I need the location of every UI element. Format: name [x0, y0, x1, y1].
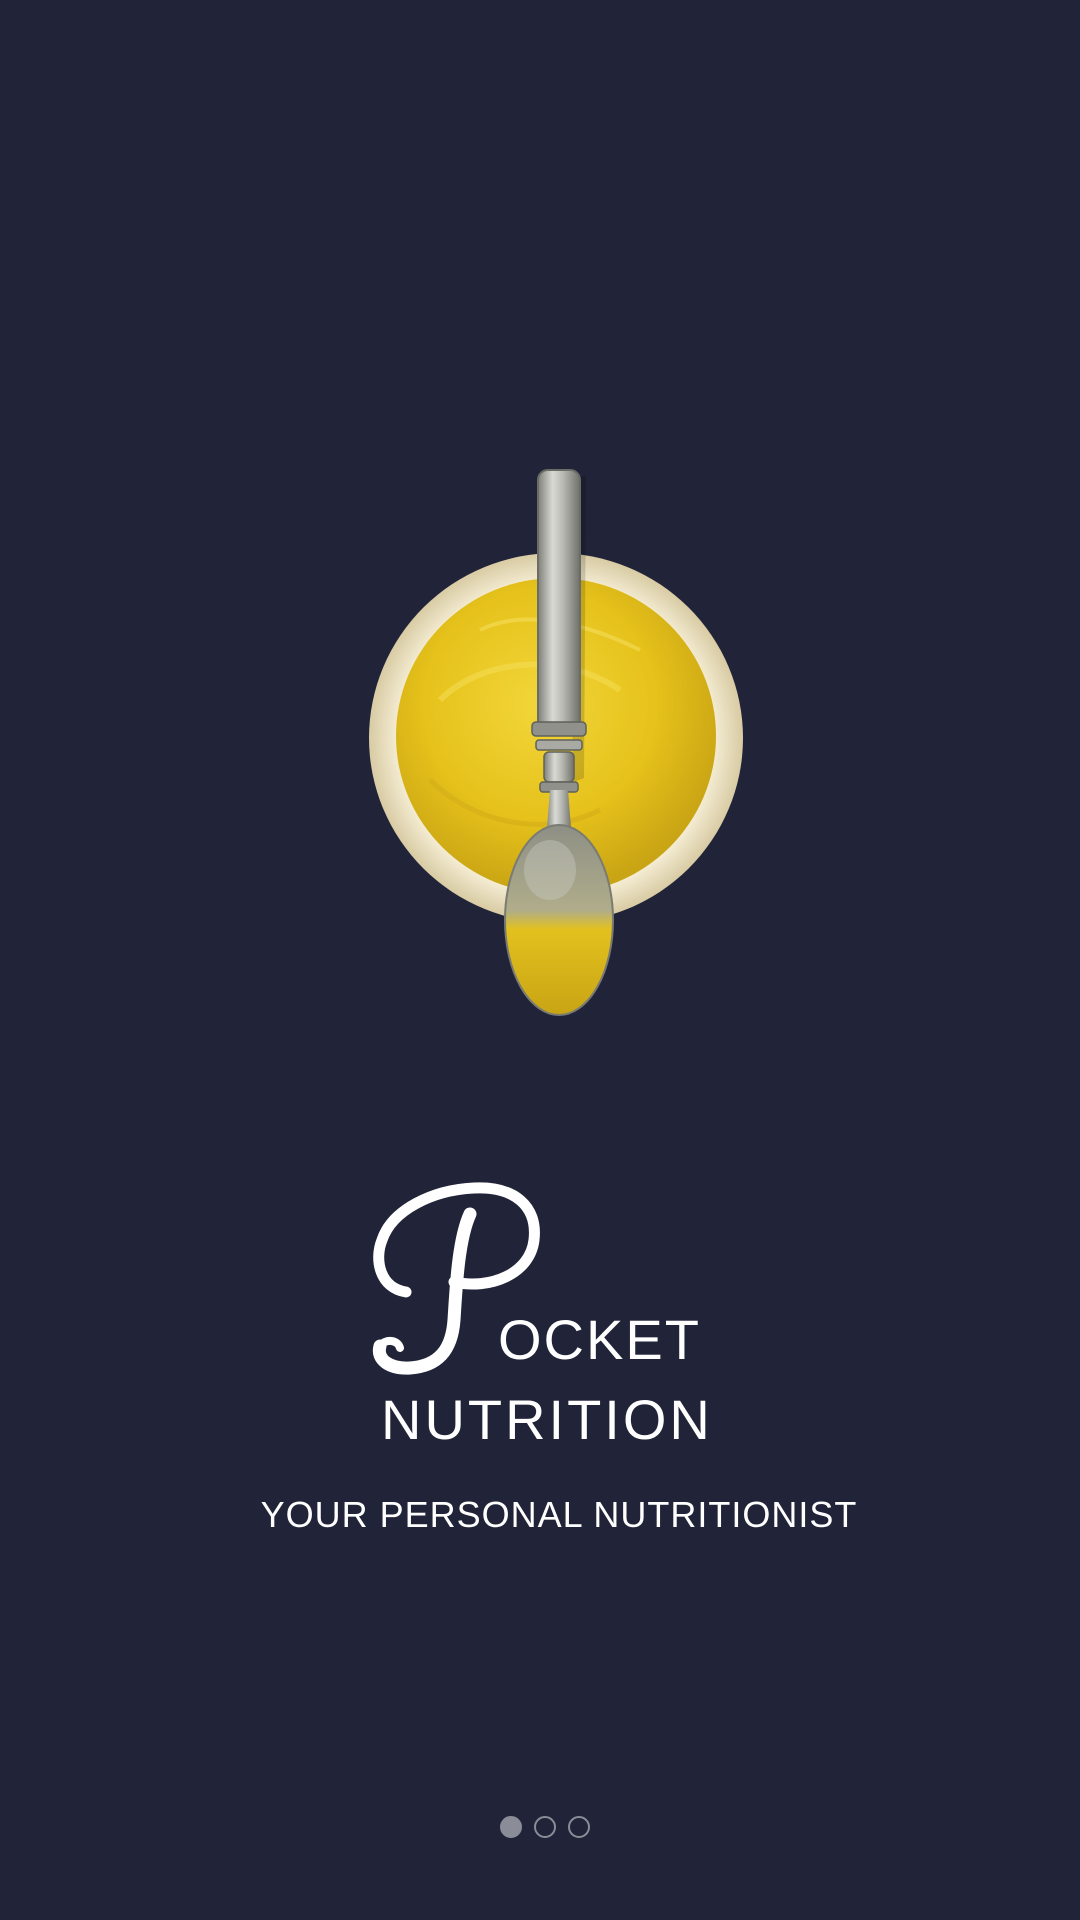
page-dot-1[interactable]: [500, 1816, 522, 1838]
mustard-bowl-image: [369, 469, 743, 1016]
page-dot-2[interactable]: [534, 1816, 556, 1838]
splash-screen: P OCKET NUTRITION YOUR PERSONAL NUTRITIO…: [0, 0, 1080, 1920]
tagline: YOUR PERSONAL NUTRITIONIST: [260, 1494, 858, 1535]
app-logo: P OCKET NUTRITION: [370, 1170, 730, 1460]
logo-title-line2: NUTRITION: [381, 1388, 713, 1451]
page-dot-3[interactable]: [568, 1816, 590, 1838]
logo-title-rest: OCKET: [498, 1308, 701, 1371]
page-indicator: [500, 1816, 590, 1842]
